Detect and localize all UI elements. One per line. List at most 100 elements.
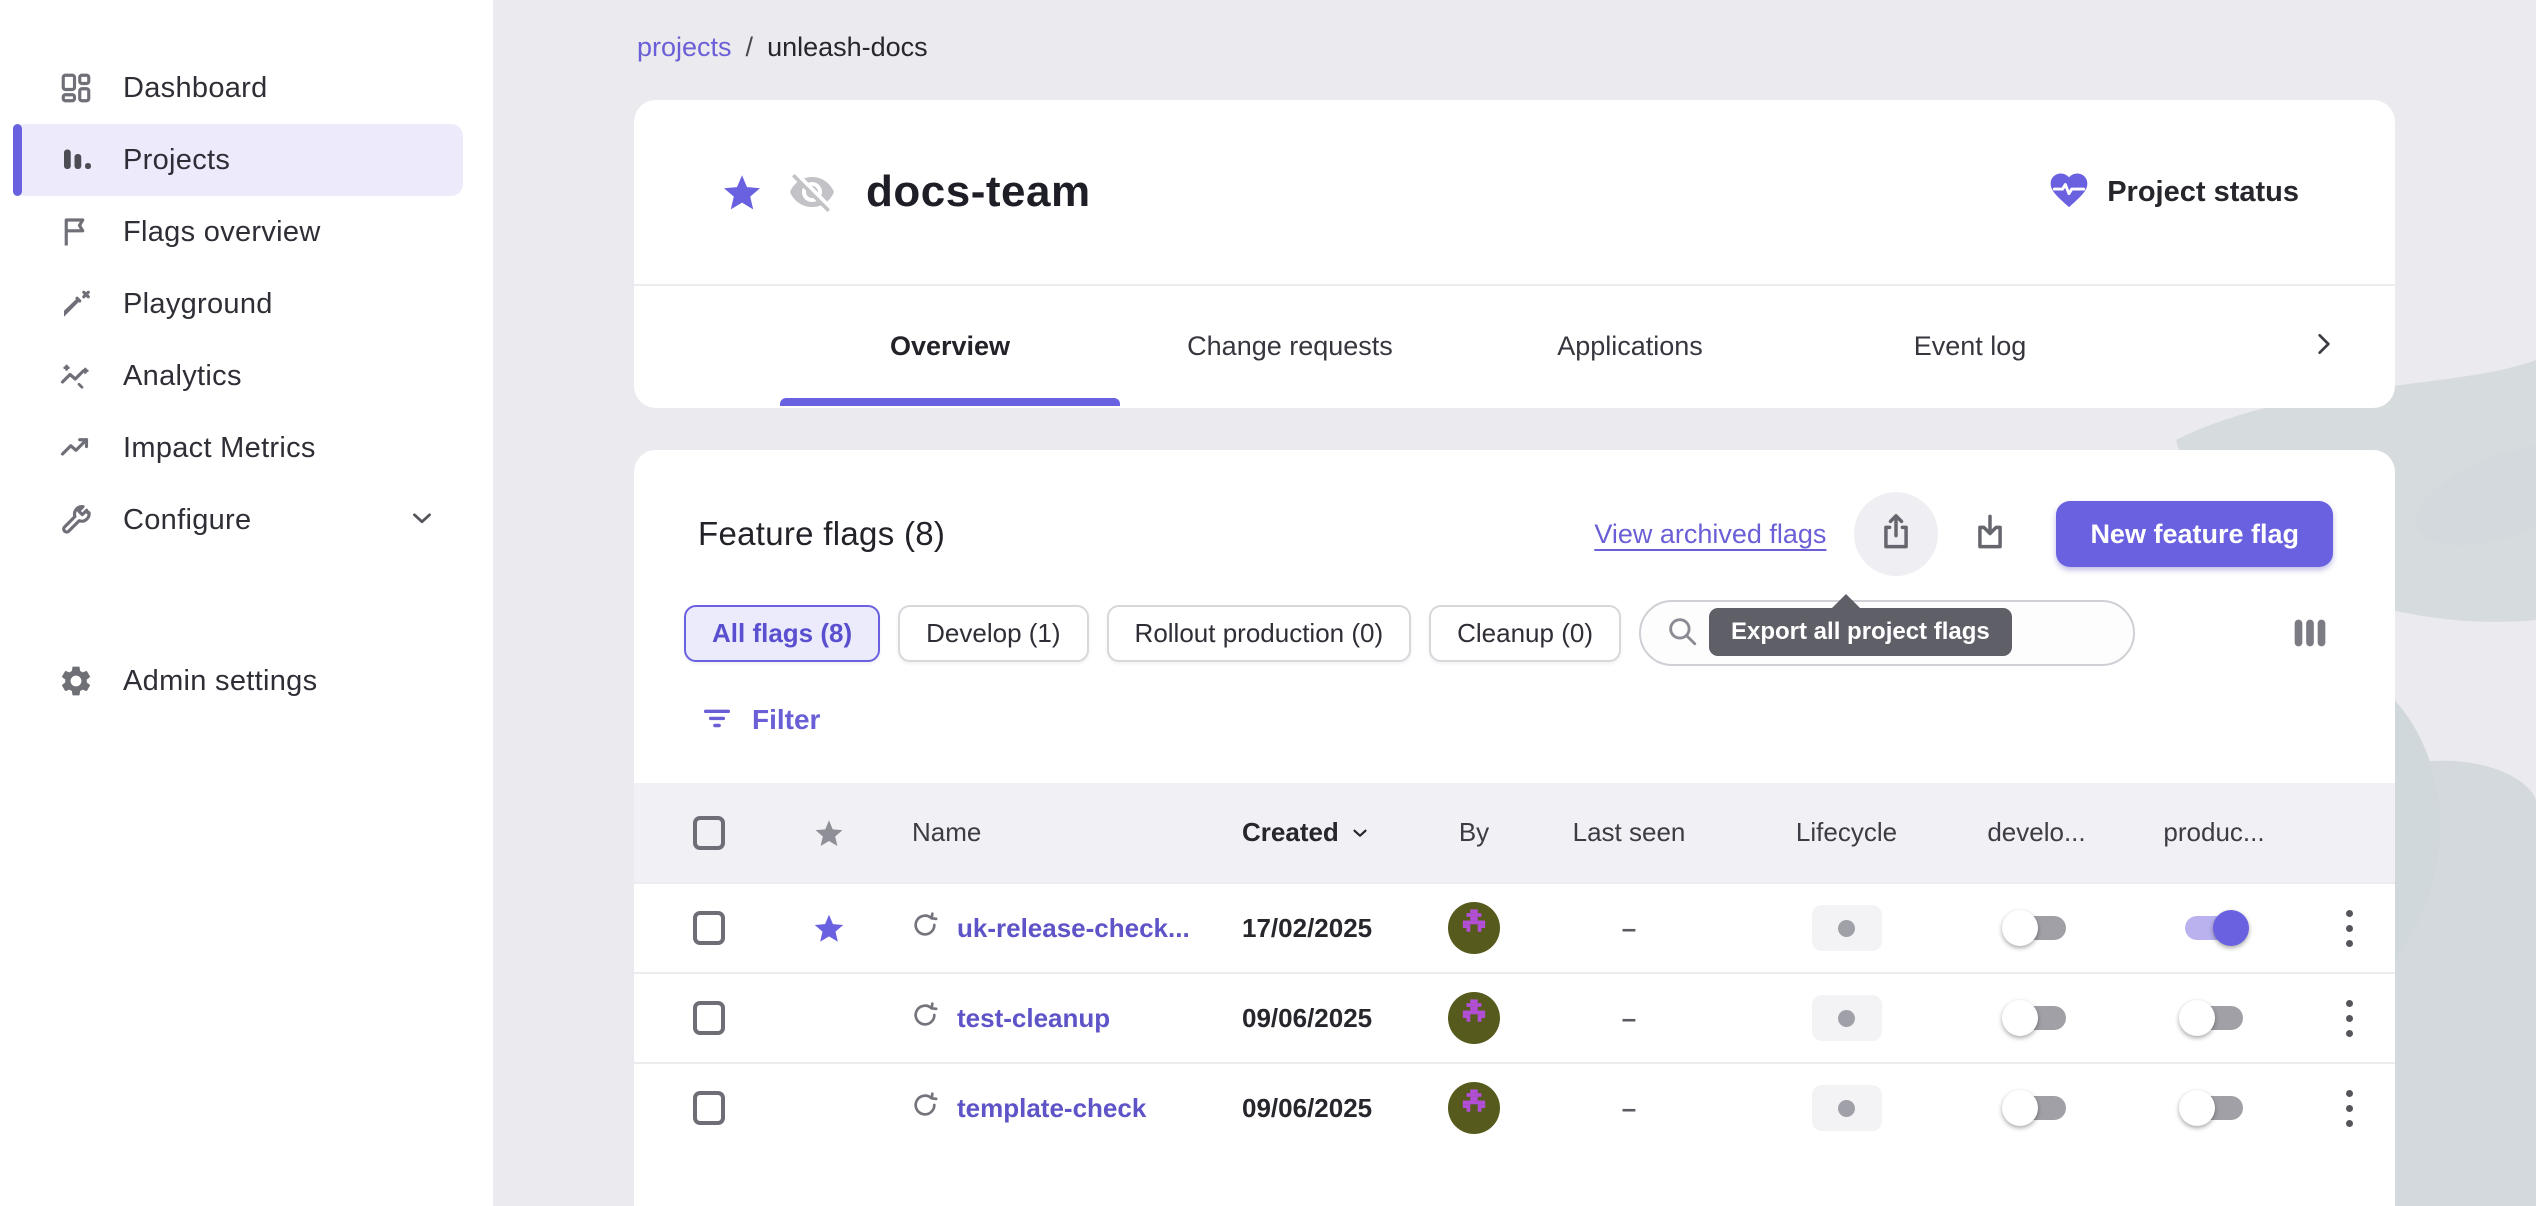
project-title: docs-team	[866, 167, 1091, 217]
project-status-button[interactable]: Project status	[2047, 168, 2299, 217]
sidebar-item-projects[interactable]: Projects	[13, 124, 463, 196]
feature-flags-card: Feature flags (8) View archived flags	[634, 450, 2395, 1206]
production-toggle[interactable]	[2185, 1006, 2243, 1030]
lifecycle-stage-badge[interactable]	[1812, 995, 1882, 1041]
gear-icon	[57, 662, 95, 700]
row-menu-kebab-icon[interactable]	[2346, 1090, 2353, 1127]
chip-label: All flags (8)	[712, 618, 852, 649]
chevron-down-icon	[407, 503, 437, 538]
avatar	[1434, 1082, 1514, 1134]
sidebar-item-label: Playground	[123, 288, 273, 321]
favorite-star-icon[interactable]	[718, 168, 766, 216]
search-icon	[1665, 614, 1699, 653]
table-row: template-check 09/06/2025	[634, 1062, 2395, 1152]
lifecycle-dot-icon	[1838, 920, 1855, 937]
chip-rollout-production[interactable]: Rollout production (0)	[1107, 605, 1412, 662]
wand-icon	[57, 285, 95, 323]
flag-name-link[interactable]: test-cleanup	[957, 1003, 1110, 1034]
sidebar-item-flags-overview[interactable]: Flags overview	[13, 196, 463, 268]
dashboard-icon	[57, 69, 95, 107]
breadcrumb-projects-link[interactable]: projects	[637, 32, 732, 63]
sort-desc-icon	[1349, 822, 1371, 844]
develop-toggle[interactable]	[2008, 1096, 2066, 1120]
project-header-card: docs-team Project status Overview	[634, 100, 2395, 408]
row-favorite-star-icon[interactable]	[784, 909, 874, 947]
export-flags-button[interactable]	[1854, 492, 1938, 576]
sidebar-item-dashboard[interactable]: Dashboard	[13, 52, 463, 124]
column-header-by: By	[1434, 817, 1514, 848]
lifecycle-stage-badge[interactable]	[1812, 1085, 1882, 1131]
tab-label: Overview	[890, 331, 1010, 362]
chip-develop[interactable]: Develop (1)	[898, 605, 1088, 662]
lifecycle-stage-badge[interactable]	[1812, 905, 1882, 951]
import-icon	[1968, 510, 2012, 559]
chip-all-flags[interactable]: All flags (8)	[684, 605, 880, 662]
lifecycle-dot-icon	[1838, 1010, 1855, 1027]
new-feature-flag-button[interactable]: New feature flag	[2056, 501, 2333, 567]
sidebar-item-playground[interactable]: Playground	[13, 268, 463, 340]
flag-name-link[interactable]: uk-release-check...	[957, 913, 1190, 944]
production-toggle[interactable]	[2185, 1096, 2243, 1120]
table-row: uk-release-check... 17/02/2025	[634, 882, 2395, 972]
flag-icon	[57, 213, 95, 251]
sidebar: Dashboard Projects Fla	[0, 0, 493, 1206]
chip-label: Rollout production (0)	[1135, 618, 1384, 649]
chip-cleanup[interactable]: Cleanup (0)	[1429, 605, 1621, 662]
lifecycle-sync-icon	[909, 999, 941, 1038]
column-header-last-seen: Last seen	[1514, 817, 1744, 848]
sidebar-item-label: Projects	[123, 144, 230, 177]
tab-overview[interactable]: Overview	[780, 286, 1120, 406]
flags-header: Feature flags (8) View archived flags	[634, 450, 2395, 574]
sidebar-item-configure[interactable]: Configure	[13, 484, 463, 556]
view-archived-flags-link[interactable]: View archived flags	[1594, 519, 1826, 550]
import-flags-button[interactable]	[1948, 492, 2032, 576]
last-seen-value: –	[1514, 1093, 1744, 1124]
chip-label: Develop (1)	[926, 618, 1060, 649]
lifecycle-dot-icon	[1838, 1100, 1855, 1117]
row-menu-kebab-icon[interactable]	[2346, 1000, 2353, 1037]
main-content: projects / unleash-docs docs-team	[493, 0, 2536, 1206]
avatar	[1434, 902, 1514, 954]
tab-applications[interactable]: Applications	[1460, 286, 1800, 406]
breadcrumb-current: unleash-docs	[767, 32, 928, 63]
sidebar-item-analytics[interactable]: Analytics	[13, 340, 463, 412]
chip-label: Cleanup (0)	[1457, 618, 1593, 649]
created-date: 17/02/2025	[1224, 913, 1434, 944]
sidebar-item-label: Impact Metrics	[123, 432, 316, 465]
avatar	[1434, 992, 1514, 1044]
flag-filter-chips: All flags (8) Develop (1) Rollout produc…	[684, 600, 2333, 666]
sidebar-item-label: Configure	[123, 504, 251, 537]
heart-pulse-icon	[2047, 168, 2091, 217]
last-seen-value: –	[1514, 913, 1744, 944]
develop-toggle[interactable]	[2008, 1006, 2066, 1030]
project-status-label: Project status	[2107, 176, 2299, 209]
sidebar-item-impact-metrics[interactable]: Impact Metrics	[13, 412, 463, 484]
filter-button[interactable]: Filter	[700, 700, 2395, 739]
row-menu-kebab-icon[interactable]	[2346, 910, 2353, 947]
develop-toggle[interactable]	[2008, 916, 2066, 940]
chevron-right-icon[interactable]	[2307, 328, 2339, 365]
row-checkbox[interactable]	[693, 911, 725, 945]
flag-name-link[interactable]: template-check	[957, 1093, 1146, 1124]
project-title-row: docs-team Project status	[634, 100, 2395, 286]
select-all-checkbox[interactable]	[693, 816, 725, 850]
sidebar-item-label: Admin settings	[123, 665, 317, 698]
tab-event-log[interactable]: Event log	[1800, 286, 2140, 406]
projects-icon	[57, 141, 95, 179]
row-checkbox[interactable]	[693, 1001, 725, 1035]
column-header-lifecycle: Lifecycle	[1744, 817, 1949, 848]
column-header-created[interactable]: Created	[1224, 817, 1434, 848]
tab-change-requests[interactable]: Change requests	[1120, 286, 1460, 406]
trending-up-icon	[57, 429, 95, 467]
created-date: 09/06/2025	[1224, 1093, 1434, 1124]
sidebar-item-admin-settings[interactable]: Admin settings	[13, 645, 463, 717]
filter-label: Filter	[752, 704, 820, 736]
columns-button[interactable]	[2287, 610, 2333, 656]
analytics-icon	[57, 357, 95, 395]
row-checkbox[interactable]	[693, 1091, 725, 1125]
production-toggle[interactable]	[2185, 916, 2243, 940]
sidebar-item-label: Analytics	[123, 360, 242, 393]
lifecycle-sync-icon	[909, 909, 941, 948]
filter-icon	[700, 700, 734, 739]
lifecycle-sync-icon	[909, 1089, 941, 1128]
